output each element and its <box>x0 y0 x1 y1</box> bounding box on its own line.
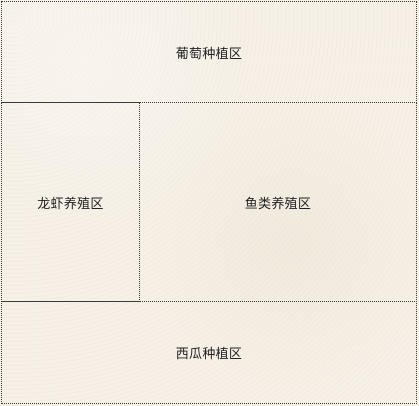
fish-zone-label: 鱼类养殖区 <box>244 196 312 212</box>
grape-zone-label: 葡萄种植区 <box>175 46 243 62</box>
farm-layout-diagram: 葡萄种植区 龙虾养殖区 鱼类养殖区 西瓜种植区 <box>0 0 419 406</box>
grape-planting-zone: 葡萄种植区 <box>1 1 417 103</box>
watermelon-planting-zone: 西瓜种植区 <box>1 301 417 404</box>
crayfish-farming-zone: 龙虾养殖区 <box>1 102 140 302</box>
watermelon-zone-label: 西瓜种植区 <box>175 347 243 362</box>
fish-farming-zone: 鱼类养殖区 <box>139 102 417 302</box>
crayfish-zone-label: 龙虾养殖区 <box>37 196 104 212</box>
